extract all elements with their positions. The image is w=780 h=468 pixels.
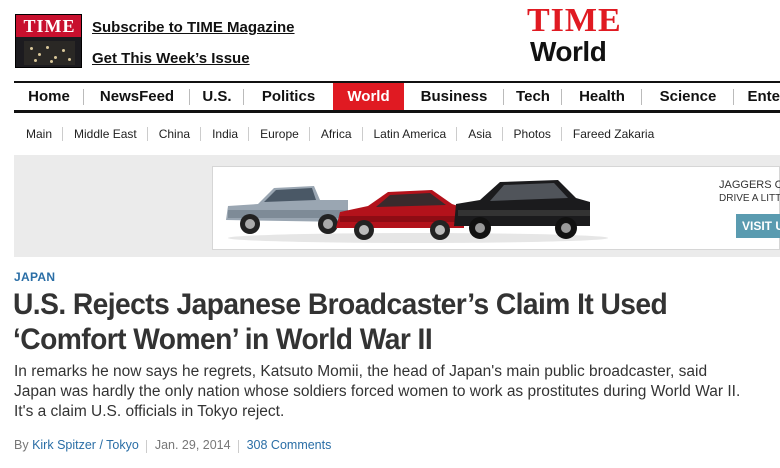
ad-visit-button[interactable]: VISIT U — [736, 214, 780, 238]
subscribe-link[interactable]: Subscribe to TIME Magazine — [92, 19, 295, 36]
ad-cars-image — [226, 180, 608, 243]
article-kicker[interactable]: JAPAN — [14, 270, 55, 284]
subnav-item-asia[interactable]: Asia — [457, 124, 503, 144]
publish-date: Jan. 29, 2014 — [155, 438, 239, 453]
ad-tagline: DRIVE A LITTL — [719, 193, 780, 204]
subnav-item-latin-america[interactable]: Latin America — [363, 124, 458, 144]
byline: By Kirk Spitzer / Tokyo Jan. 29, 2014 30… — [14, 438, 347, 453]
cover-masthead: TIME — [16, 15, 81, 37]
byline-prefix: By — [14, 438, 33, 452]
section-subnav: Main Middle East China India Europe Afri… — [14, 124, 665, 144]
time-logo[interactable]: TIME — [527, 4, 622, 38]
byline-author-group: By Kirk Spitzer / Tokyo — [14, 438, 147, 453]
subnav-item-china[interactable]: China — [148, 124, 202, 144]
suv-shape — [454, 180, 590, 239]
nav-item-us[interactable]: U.S. — [190, 83, 244, 110]
subnav-item-india[interactable]: India — [201, 124, 250, 144]
author-link[interactable]: Kirk Spitzer / Tokyo — [32, 438, 139, 452]
comments-link[interactable]: 308 Comments — [247, 438, 340, 452]
nav-item-health[interactable]: Health — [562, 83, 642, 110]
this-weeks-issue-link[interactable]: Get This Week’s Issue — [92, 50, 250, 67]
subnav-item-europe[interactable]: Europe — [249, 124, 310, 144]
main-nav: Home NewsFeed U.S. Politics World Busine… — [14, 83, 780, 110]
nav-item-newsfeed[interactable]: NewsFeed — [84, 83, 190, 110]
article-headline: U.S. Rejects Japanese Broadcaster’s Clai… — [13, 288, 668, 356]
nav-item-tech[interactable]: Tech — [504, 83, 562, 110]
ad-dealer-name: JAGGERS C — [719, 179, 780, 191]
ad-copy: JAGGERS C DRIVE A LITTL — [719, 178, 780, 206]
sedan-shape — [336, 190, 464, 240]
subnav-item-main[interactable]: Main — [14, 124, 64, 144]
nav-item-science[interactable]: Science — [642, 83, 734, 110]
nav-item-entertainment[interactable]: Ente — [734, 83, 780, 110]
article-dek: In remarks he now says he regrets, Katsu… — [14, 363, 741, 420]
nav-bottom-rule — [14, 110, 780, 113]
section-logo[interactable]: World — [530, 37, 607, 67]
cover-artwork — [24, 41, 75, 65]
magazine-cover-thumbnail[interactable]: TIME — [15, 14, 82, 68]
nav-item-politics[interactable]: Politics — [244, 83, 333, 110]
nav-item-home[interactable]: Home — [14, 83, 84, 110]
nav-item-world[interactable]: World — [333, 83, 404, 110]
nav-item-business[interactable]: Business — [404, 83, 504, 110]
subnav-item-middle-east[interactable]: Middle East — [63, 124, 148, 144]
subnav-item-africa[interactable]: Africa — [310, 124, 363, 144]
truck-shape — [226, 186, 348, 234]
subnav-item-fareed-zakaria[interactable]: Fareed Zakaria — [562, 124, 665, 144]
subnav-item-photos[interactable]: Photos — [503, 124, 563, 144]
